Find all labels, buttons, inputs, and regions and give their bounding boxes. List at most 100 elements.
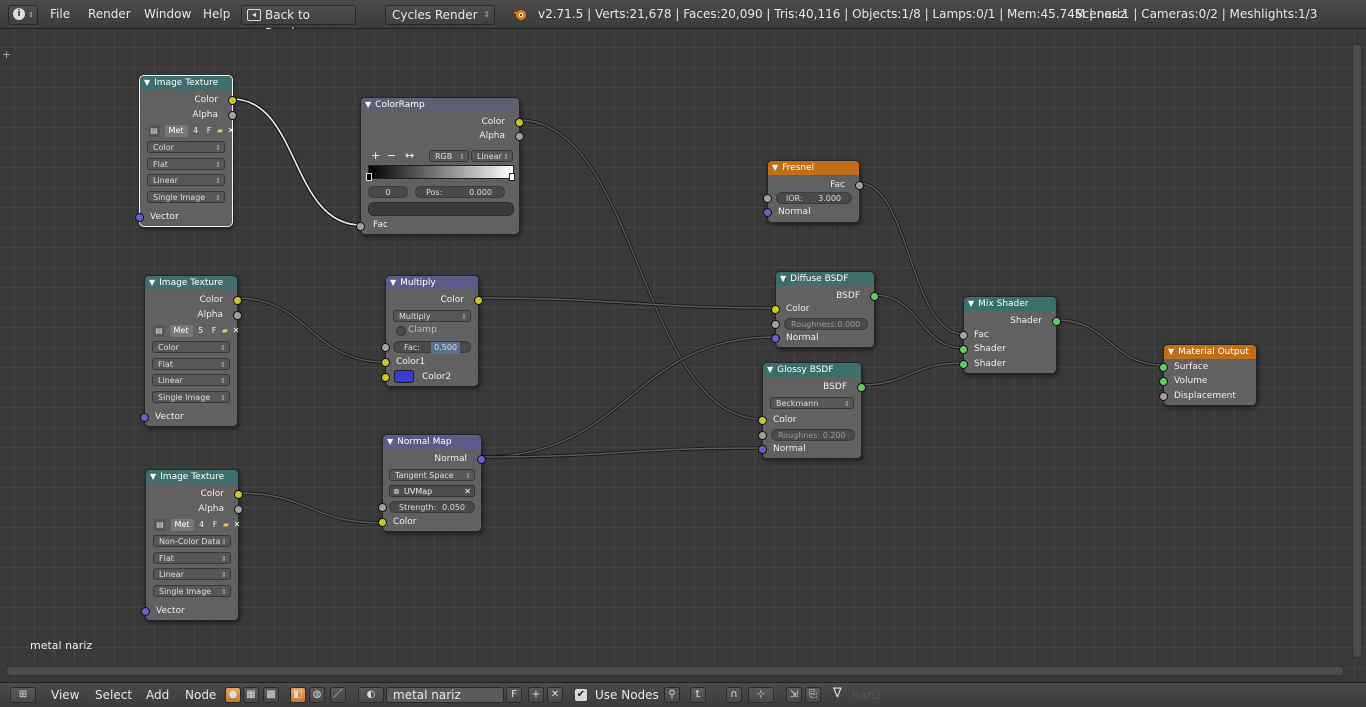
collapse-triangle-icon[interactable]: ▼	[387, 435, 393, 449]
fake-user-button[interactable]: F	[506, 687, 522, 703]
collapse-triangle-icon[interactable]: ▼	[1168, 345, 1174, 359]
input-surface-socket[interactable]	[1159, 363, 1168, 372]
collapse-triangle-icon[interactable]: ▼	[144, 76, 150, 90]
interpolation-select[interactable]: Linear	[152, 374, 230, 387]
output-alpha-socket[interactable]	[233, 311, 242, 320]
collapse-triangle-icon[interactable]: ▼	[767, 363, 773, 377]
node-colorramp[interactable]: ▼ColorRamp Color Alpha + − ↔ RGB Linear …	[356, 97, 524, 235]
input-displacement-socket[interactable]	[1159, 392, 1168, 401]
collapse-triangle-icon[interactable]: ▼	[365, 98, 371, 112]
interpolation-select[interactable]: Linear	[153, 568, 231, 581]
menu-window[interactable]: Window	[144, 0, 191, 28]
output-fac-socket[interactable]	[855, 181, 864, 190]
menu-select[interactable]: Select	[95, 683, 132, 707]
projection-select[interactable]: Flat	[147, 158, 225, 171]
color-mode-select[interactable]: RGB	[429, 150, 469, 163]
output-alpha-socket[interactable]	[234, 505, 243, 514]
parent-node-tree-button[interactable]: ⮤	[690, 687, 706, 703]
space-select[interactable]: Tangent Space	[389, 469, 475, 482]
roughness-field[interactable]: Roughnes: 0.200	[771, 429, 855, 441]
input-volume-socket[interactable]	[1159, 377, 1168, 386]
input-ior-socket[interactable]	[763, 194, 772, 203]
input-color-socket[interactable]	[771, 305, 780, 314]
image-selector[interactable]: ▤ Met 5 F ▰ ✕	[153, 325, 241, 337]
output-alpha-socket[interactable]	[515, 132, 524, 141]
fake-user-toggle[interactable]: F	[204, 125, 215, 137]
input-normal-socket[interactable]	[758, 445, 767, 454]
flip-ramp-button[interactable]: ↔	[405, 149, 414, 162]
input-strength-socket[interactable]	[378, 503, 387, 512]
image-selector[interactable]: ▤ Met 4 F ▰ ✕	[154, 519, 242, 531]
snap-toggle-button[interactable]: ∩	[726, 687, 742, 703]
use-nodes-checkbox[interactable]: ✔	[575, 689, 587, 701]
distribution-select[interactable]: Beckmann	[770, 397, 854, 410]
roughness-field[interactable]: Roughness:0.000	[784, 318, 868, 330]
color-ramp-gradient[interactable]	[368, 165, 514, 179]
pin-button[interactable]: ⚲	[664, 687, 680, 703]
output-normal-socket[interactable]	[477, 455, 486, 464]
input-color-socket[interactable]	[758, 416, 767, 425]
image-browse-icon[interactable]: ▤	[148, 125, 160, 137]
collapse-triangle-icon[interactable]: ▼	[772, 161, 778, 175]
collapse-triangle-icon[interactable]: ▼	[780, 272, 786, 286]
input-vector-socket[interactable]	[140, 413, 149, 422]
node-editor-canvas[interactable]: + ▼ Image Texture Color Alpha ▤ Met 4 F …	[0, 29, 1366, 681]
menu-view[interactable]: View	[51, 683, 79, 707]
node-image-texture-2[interactable]: ▼ Image Texture Color Alpha ▤ Met 5 F ▰ ✕…	[140, 275, 242, 427]
image-selector[interactable]: ▤ Met 4 F ▰ ✕	[148, 125, 236, 137]
menu-node[interactable]: Node	[185, 683, 216, 707]
node-diffuse-bsdf[interactable]: ▼ Diffuse BSDF BSDF Color Roughness:0.000…	[771, 271, 879, 348]
node-image-texture-3[interactable]: ▼ Image Texture Color Alpha ▤ Met 4 F ▰ ✕…	[141, 469, 243, 621]
input-vector-socket[interactable]	[141, 607, 150, 616]
collapse-triangle-icon[interactable]: ▼	[390, 276, 396, 290]
ramp-stop-white[interactable]	[509, 173, 515, 181]
node-mix-shader[interactable]: ▼ Mix Shader Shader Fac Shader Shader	[959, 296, 1061, 374]
collapse-triangle-icon[interactable]: ▼	[150, 470, 156, 484]
editor-type-button[interactable]: i ⇕	[8, 5, 38, 25]
close-icon[interactable]: ✕	[231, 325, 242, 337]
add-stop-button[interactable]: +	[371, 149, 380, 162]
blend-type-select[interactable]: Multiply	[393, 310, 471, 323]
color-space-select[interactable]: Color	[147, 141, 225, 154]
snap-element-select[interactable]: ⊹	[748, 687, 774, 703]
horizontal-scrollbar[interactable]	[6, 666, 1344, 676]
shader-nodes-tab[interactable]: ●	[225, 687, 241, 703]
projection-select[interactable]: Flat	[153, 552, 231, 565]
menu-add[interactable]: Add	[146, 683, 169, 707]
output-color-socket[interactable]	[234, 490, 243, 499]
editor-type-button[interactable]: ⊞	[10, 687, 36, 703]
input-roughness-socket[interactable]	[771, 320, 780, 329]
collapse-triangle-icon[interactable]: ▼	[149, 276, 155, 290]
world-shader-type-button[interactable]: ◍	[309, 687, 325, 703]
image-browse-icon[interactable]: ▤	[154, 519, 166, 531]
projection-select[interactable]: Flat	[152, 358, 230, 371]
input-shader1-socket[interactable]	[959, 345, 968, 354]
vertical-scrollbar[interactable]	[1352, 44, 1362, 658]
remove-stop-button[interactable]: −	[387, 149, 396, 162]
render-engine-select[interactable]: Cycles Render ⇕	[385, 5, 495, 25]
fake-user-toggle[interactable]: F	[210, 519, 221, 531]
compositing-nodes-tab[interactable]: ▦	[243, 687, 259, 703]
open-folder-icon[interactable]: ▰	[223, 519, 229, 531]
output-color-socket[interactable]	[228, 96, 237, 105]
output-alpha-socket[interactable]	[228, 111, 237, 120]
ramp-stop-black[interactable]	[366, 173, 372, 181]
open-folder-icon[interactable]: ▰	[222, 325, 228, 337]
material-browse-button[interactable]: ◐	[358, 687, 384, 703]
node-material-output[interactable]: ▼ Material Output Surface Volume Displace…	[1159, 344, 1257, 406]
linestyle-shader-type-button[interactable]: ／	[330, 687, 346, 703]
input-fac-socket[interactable]	[959, 331, 968, 340]
texture-nodes-tab[interactable]: ▩	[263, 687, 279, 703]
menu-help[interactable]: Help	[203, 0, 230, 28]
collapse-triangle-icon[interactable]: ▼	[968, 297, 974, 311]
input-normal-socket[interactable]	[763, 208, 772, 217]
source-select[interactable]: Single Image	[147, 191, 225, 204]
output-bsdf-socket[interactable]	[857, 383, 866, 392]
material-name-field[interactable]: metal nariz	[386, 687, 504, 703]
input-roughness-socket[interactable]	[758, 431, 767, 440]
input-fac-socket[interactable]	[356, 222, 365, 231]
color-space-select[interactable]: Non-Color Data	[153, 535, 231, 548]
output-color-socket[interactable]	[515, 118, 524, 127]
node-mix-rgb-multiply[interactable]: ▼ Multiply Color Multiply Clamp Fac: 0.50…	[381, 275, 483, 387]
unlink-material-button[interactable]: ✕	[547, 687, 563, 703]
